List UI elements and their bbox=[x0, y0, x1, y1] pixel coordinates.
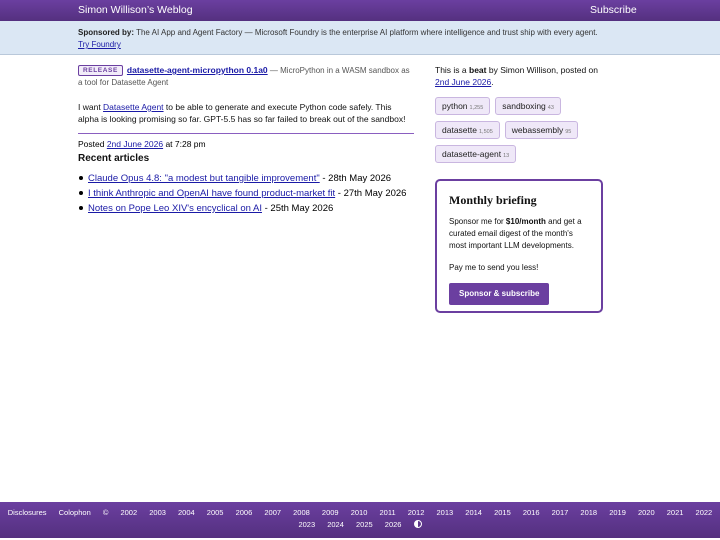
tag-python[interactable]: python 1,255 bbox=[435, 97, 491, 115]
recent-articles-heading: Recent articles bbox=[78, 153, 150, 164]
footer-year-link[interactable]: 2025 bbox=[356, 520, 373, 529]
release-title-link[interactable]: datasette-agent-micropython 0.1a0 bbox=[127, 65, 268, 75]
monthly-briefing-box: Monthly briefing Sponsor me for $10/mont… bbox=[435, 179, 603, 313]
recent-article-date: - 27th May 2026 bbox=[335, 188, 407, 199]
tag-name: datasette-agent bbox=[442, 149, 502, 159]
briefing-price: $10/month bbox=[505, 217, 546, 226]
contrast-icon[interactable] bbox=[413, 520, 422, 528]
footer-year-link[interactable]: 2026 bbox=[385, 520, 402, 529]
footer-year-link[interactable]: 2014 bbox=[465, 508, 482, 517]
beat-info: This is a beat by Simon Willison, posted… bbox=[435, 64, 610, 88]
footer-year-link[interactable]: 2013 bbox=[437, 508, 454, 517]
footer-year-link[interactable]: 2021 bbox=[667, 508, 684, 517]
top-bar: Simon Willison’s Weblog Subscribe bbox=[0, 0, 720, 21]
sponsor-text: Sponsored by: The AI App and Agent Facto… bbox=[78, 27, 638, 51]
footer-year-link[interactable]: 2018 bbox=[580, 508, 597, 517]
recent-article-item: Notes on Pope Leo XIV's encyclical on AI… bbox=[78, 201, 406, 216]
footer-year-link[interactable]: 2016 bbox=[523, 508, 540, 517]
footer: Disclosures Colophon © 2002 2003 2004 20… bbox=[0, 502, 720, 538]
footer-year-link[interactable]: 2012 bbox=[408, 508, 425, 517]
recent-article-date: - 25th May 2026 bbox=[261, 203, 334, 214]
footer-year-link[interactable]: 2017 bbox=[552, 508, 569, 517]
footer-year-link[interactable]: 2024 bbox=[327, 520, 344, 529]
tag-count: 1,255 bbox=[469, 105, 484, 111]
recent-articles-list: Claude Opus 4.8: "a modest but tangible … bbox=[78, 171, 407, 216]
footer-year-link[interactable]: 2004 bbox=[178, 508, 195, 517]
recent-article-item: Claude Opus 4.8: "a modest but tangible … bbox=[78, 171, 406, 186]
footer-year-link[interactable]: 2009 bbox=[322, 508, 339, 517]
tag-name: python bbox=[442, 101, 468, 111]
entry-header: RELEASE datasette-agent-micropython 0.1a0… bbox=[78, 64, 414, 89]
posted-label: Posted bbox=[78, 139, 107, 149]
beat-word: beat bbox=[469, 65, 487, 75]
recent-article-link[interactable]: I think Anthropic and OpenAI have found … bbox=[88, 188, 335, 199]
footer-year-link[interactable]: 2022 bbox=[696, 508, 713, 517]
footer-year-link[interactable]: 2003 bbox=[149, 508, 166, 517]
datasette-agent-link[interactable]: Datasette Agent bbox=[103, 102, 164, 112]
footer-year-link[interactable]: 2007 bbox=[264, 508, 281, 517]
tag-count: 13 bbox=[503, 153, 510, 159]
footer-year-link[interactable]: 2020 bbox=[638, 508, 655, 517]
tag-name: webassembly bbox=[511, 125, 564, 135]
footer-year-link[interactable]: 2006 bbox=[236, 508, 253, 517]
tag-count: 95 bbox=[565, 129, 572, 135]
footer-year-link[interactable]: 2010 bbox=[351, 508, 368, 517]
footer-year-link[interactable]: 2011 bbox=[379, 508, 395, 517]
tag-datasette[interactable]: datasette 1,505 bbox=[435, 121, 500, 139]
tag-list: python 1,255 sandboxing 43 datasette 1,505 web… bbox=[435, 96, 615, 168]
recent-article-link[interactable]: Claude Opus 4.8: "a modest but tangible … bbox=[88, 173, 320, 184]
footer-year-link[interactable]: 2008 bbox=[293, 508, 310, 517]
tag-count: 1,505 bbox=[478, 129, 493, 135]
sponsor-banner: Sponsored by: The AI App and Agent Facto… bbox=[0, 21, 720, 55]
beat-author: by Simon Willison, posted on bbox=[486, 65, 598, 75]
tag-webassembly[interactable]: webassembly 95 bbox=[504, 121, 579, 139]
site-title[interactable]: Simon Willison’s Weblog bbox=[78, 4, 193, 16]
release-badge: RELEASE bbox=[78, 65, 123, 76]
sponsor-subscribe-button[interactable]: Sponsor & subscribe bbox=[449, 283, 550, 305]
tag-name: datasette bbox=[442, 125, 477, 135]
footer-link-colophon[interactable]: Colophon bbox=[59, 508, 91, 517]
footer-year-link[interactable]: 2005 bbox=[207, 508, 224, 517]
try-foundry-link[interactable]: Try Foundry bbox=[78, 40, 121, 49]
sponsor-message: The AI App and Agent Factory — Microsoft… bbox=[136, 28, 598, 37]
release-entry: RELEASE datasette-agent-micropython 0.1a0… bbox=[78, 64, 414, 150]
footer-link-disclosures[interactable]: Disclosures bbox=[8, 508, 47, 517]
tag-sandboxing[interactable]: sandboxing 43 bbox=[495, 97, 561, 115]
beat-date-link[interactable]: 2nd June 2026 bbox=[435, 77, 491, 87]
footer-year-link[interactable]: 2023 bbox=[298, 520, 315, 529]
tag-count: 43 bbox=[547, 105, 554, 111]
tag-name: sandboxing bbox=[502, 101, 546, 111]
briefing-pay-text: Pay me to send you less! bbox=[449, 263, 539, 272]
footer-row-2: 2023 2024 2025 2026 bbox=[0, 520, 720, 529]
beat-text: This is a bbox=[435, 65, 470, 75]
tag-datasette-agent[interactable]: datasette-agent 13 bbox=[435, 145, 517, 163]
briefing-title: Monthly briefing bbox=[449, 193, 537, 207]
footer-row-1: Disclosures Colophon © 2002 2003 2004 20… bbox=[0, 508, 720, 517]
beat-end: . bbox=[491, 77, 494, 87]
footer-year-link[interactable]: 2015 bbox=[494, 508, 511, 517]
entry-body-text-start: I want bbox=[78, 102, 104, 112]
posted-line: Posted 2nd June 2026 at 7:28 pm bbox=[78, 133, 414, 150]
footer-copyright: © bbox=[102, 508, 109, 517]
posted-time: at 7:28 pm bbox=[163, 139, 206, 149]
posted-date-link[interactable]: 2nd June 2026 bbox=[107, 139, 163, 149]
footer-year-link[interactable]: 2019 bbox=[609, 508, 626, 517]
briefing-text-start: Sponsor me for bbox=[449, 217, 506, 226]
entry-body: I want Datasette Agent to be able to gen… bbox=[78, 101, 414, 125]
recent-article-item: I think Anthropic and OpenAI have found … bbox=[78, 186, 407, 201]
briefing-text: Sponsor me for $10/month and get a curat… bbox=[449, 216, 589, 252]
subscribe-link[interactable]: Subscribe bbox=[590, 4, 637, 16]
sponsor-label: Sponsored by: bbox=[78, 28, 135, 37]
recent-article-link[interactable]: Notes on Pope Leo XIV's encyclical on AI bbox=[88, 203, 262, 214]
footer-year-link[interactable]: 2002 bbox=[120, 508, 137, 517]
recent-article-date: - 28th May 2026 bbox=[319, 173, 392, 184]
